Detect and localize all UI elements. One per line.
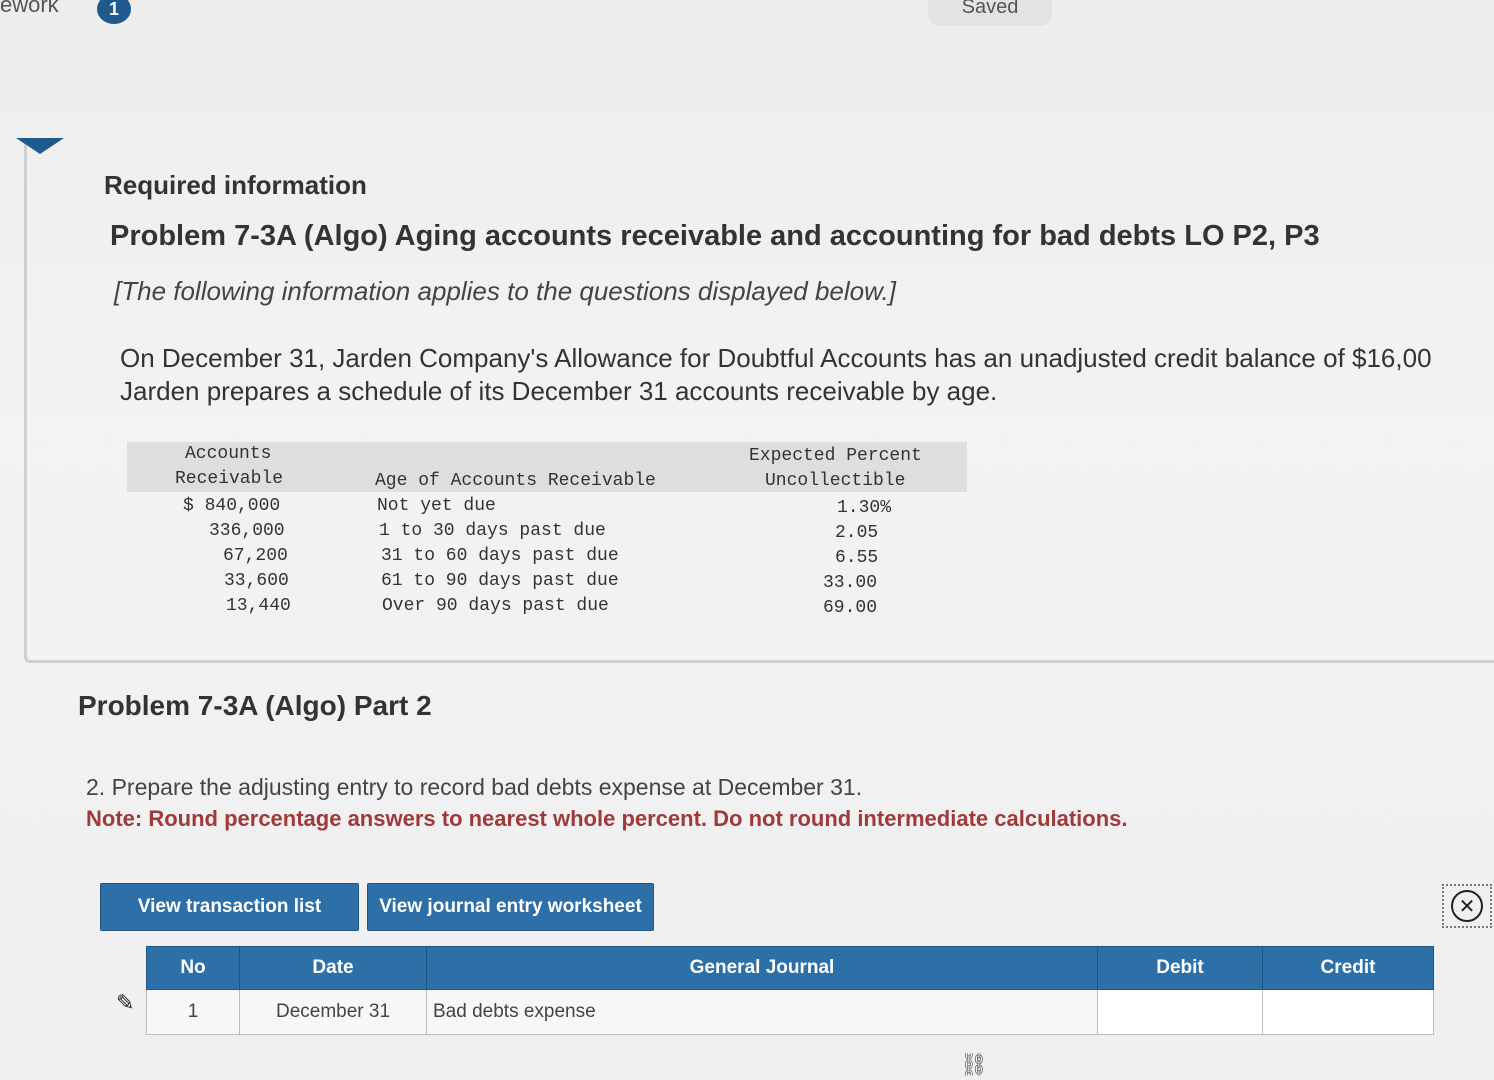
row-no: 1: [146, 989, 240, 1035]
required-info-heading: Required information: [104, 170, 367, 200]
row-5-age: Over 90 days past due: [382, 596, 609, 616]
header-age: Age of Accounts Receivable: [375, 471, 656, 491]
row-3-pct: 6.55: [835, 548, 879, 568]
row-credit[interactable]: [1262, 989, 1434, 1035]
aging-schedule-table: Accounts Receivable Age of Accounts Rece…: [127, 442, 967, 622]
problem-intro: On December 31, Jarden Company's Allowan…: [120, 342, 1494, 408]
col-no: No: [146, 946, 240, 990]
header-uncollectible: Uncollectible: [765, 471, 906, 491]
part-title: Problem 7-3A (Algo) Part 2: [78, 690, 432, 721]
intro-line-2: Jarden prepares a schedule of its Decemb…: [120, 376, 998, 406]
row-1-amount: $ 840,000: [183, 496, 281, 516]
col-general-journal: General Journal: [426, 946, 1098, 990]
panel-flag-icon: [16, 138, 64, 154]
row-5-pct: 69.00: [823, 598, 878, 618]
applies-note: [The following information applies to th…: [114, 276, 896, 306]
row-4-amount: 33,600: [224, 571, 289, 591]
row-2-amount: 336,000: [209, 521, 285, 541]
rounding-note: Note: Round percentage answers to neares…: [86, 806, 1128, 831]
intro-line-1: On December 31, Jarden Company's Allowan…: [120, 343, 1432, 373]
col-debit: Debit: [1097, 946, 1263, 990]
row-debit[interactable]: [1097, 989, 1263, 1035]
pencil-icon[interactable]: ✎: [116, 990, 134, 1016]
row-account[interactable]: Bad debts expense: [426, 989, 1098, 1035]
close-circle-icon: ✕: [1451, 890, 1483, 922]
row-5-amount: 13,440: [226, 596, 291, 616]
link-icon[interactable]: ⛓: [960, 1052, 988, 1078]
problem-title: Problem 7-3A (Algo) Aging accounts recei…: [110, 220, 1320, 252]
app-title: ework: [0, 0, 59, 17]
saved-status: Saved: [928, 0, 1052, 26]
row-2-age: 1 to 30 days past due: [379, 521, 606, 541]
row-3-age: 31 to 60 days past due: [381, 546, 619, 566]
row-2-pct: 2.05: [835, 523, 879, 543]
general-journal-table: No Date General Journal Debit Credit 1 D…: [146, 946, 1434, 1035]
header-receivable: Receivable: [175, 469, 284, 489]
view-transaction-list-button[interactable]: View transaction list: [100, 883, 359, 931]
col-credit: Credit: [1262, 946, 1434, 990]
row-4-pct: 33.00: [823, 573, 878, 593]
close-icon[interactable]: ✕: [1442, 884, 1492, 928]
table-row: 1 December 31 Bad debts expense: [146, 989, 1434, 1035]
view-journal-entry-worksheet-button[interactable]: View journal entry worksheet: [367, 883, 654, 931]
question-text: 2. Prepare the adjusting entry to record…: [86, 774, 863, 800]
row-4-age: 61 to 90 days past due: [381, 571, 619, 591]
row-3-amount: 67,200: [223, 546, 288, 566]
row-1-pct: 1.30%: [837, 498, 892, 518]
header-expected-percent: Expected Percent: [749, 446, 922, 466]
row-1-age: Not yet due: [377, 496, 496, 516]
header-accounts: Accounts: [185, 444, 272, 464]
row-date[interactable]: December 31: [239, 989, 427, 1035]
col-date: Date: [239, 946, 427, 990]
notification-badge[interactable]: 1: [97, 0, 131, 24]
